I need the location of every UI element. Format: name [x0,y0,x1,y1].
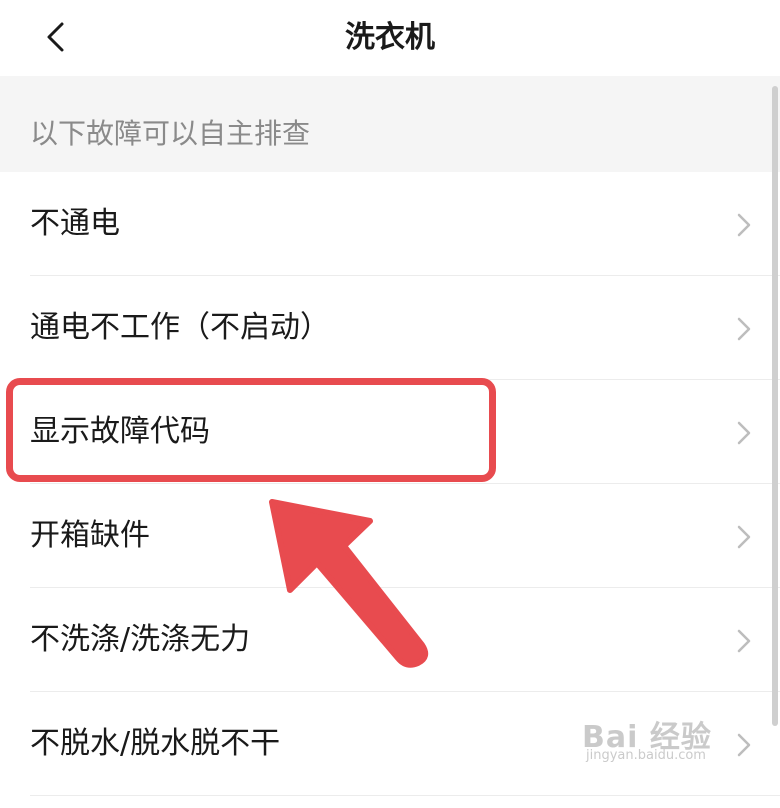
list-item-label: 不脱水/脱水脱不干 [30,726,281,761]
chevron-right-icon [737,317,751,341]
list-item-error-code[interactable]: 显示故障代码 [0,380,780,484]
list-item-power-not-working[interactable]: 通电不工作（不启动） [0,276,780,380]
list-item-label: 通电不工作（不启动） [30,310,330,345]
page: 洗衣机 以下故障可以自主排查 不通电 通电不工作（不启动） 显示故障代码 开箱缺… [0,0,780,808]
divider [30,795,780,796]
chevron-right-icon [737,525,751,549]
list-item-label: 不通电 [30,206,120,241]
chevron-right-icon [737,421,751,445]
list-item-no-power[interactable]: 不通电 [0,172,780,276]
fault-list: 不通电 通电不工作（不启动） 显示故障代码 开箱缺件 不洗涤/洗涤无力 不脱水/… [0,172,780,796]
scrollbar[interactable] [772,86,778,726]
list-item-missing-parts[interactable]: 开箱缺件 [0,484,780,588]
list-item-no-spin[interactable]: 不脱水/脱水脱不干 [0,692,780,796]
page-title: 洗衣机 [345,20,435,55]
chevron-right-icon [737,733,751,757]
list-item-label: 开箱缺件 [30,518,150,553]
list-item-label: 显示故障代码 [30,414,210,449]
section-header: 以下故障可以自主排查 [0,76,780,172]
chevron-right-icon [737,213,751,237]
list-item-no-wash[interactable]: 不洗涤/洗涤无力 [0,588,780,692]
chevron-right-icon [737,629,751,653]
nav-bar: 洗衣机 [0,0,780,76]
list-item-label: 不洗涤/洗涤无力 [30,622,251,657]
